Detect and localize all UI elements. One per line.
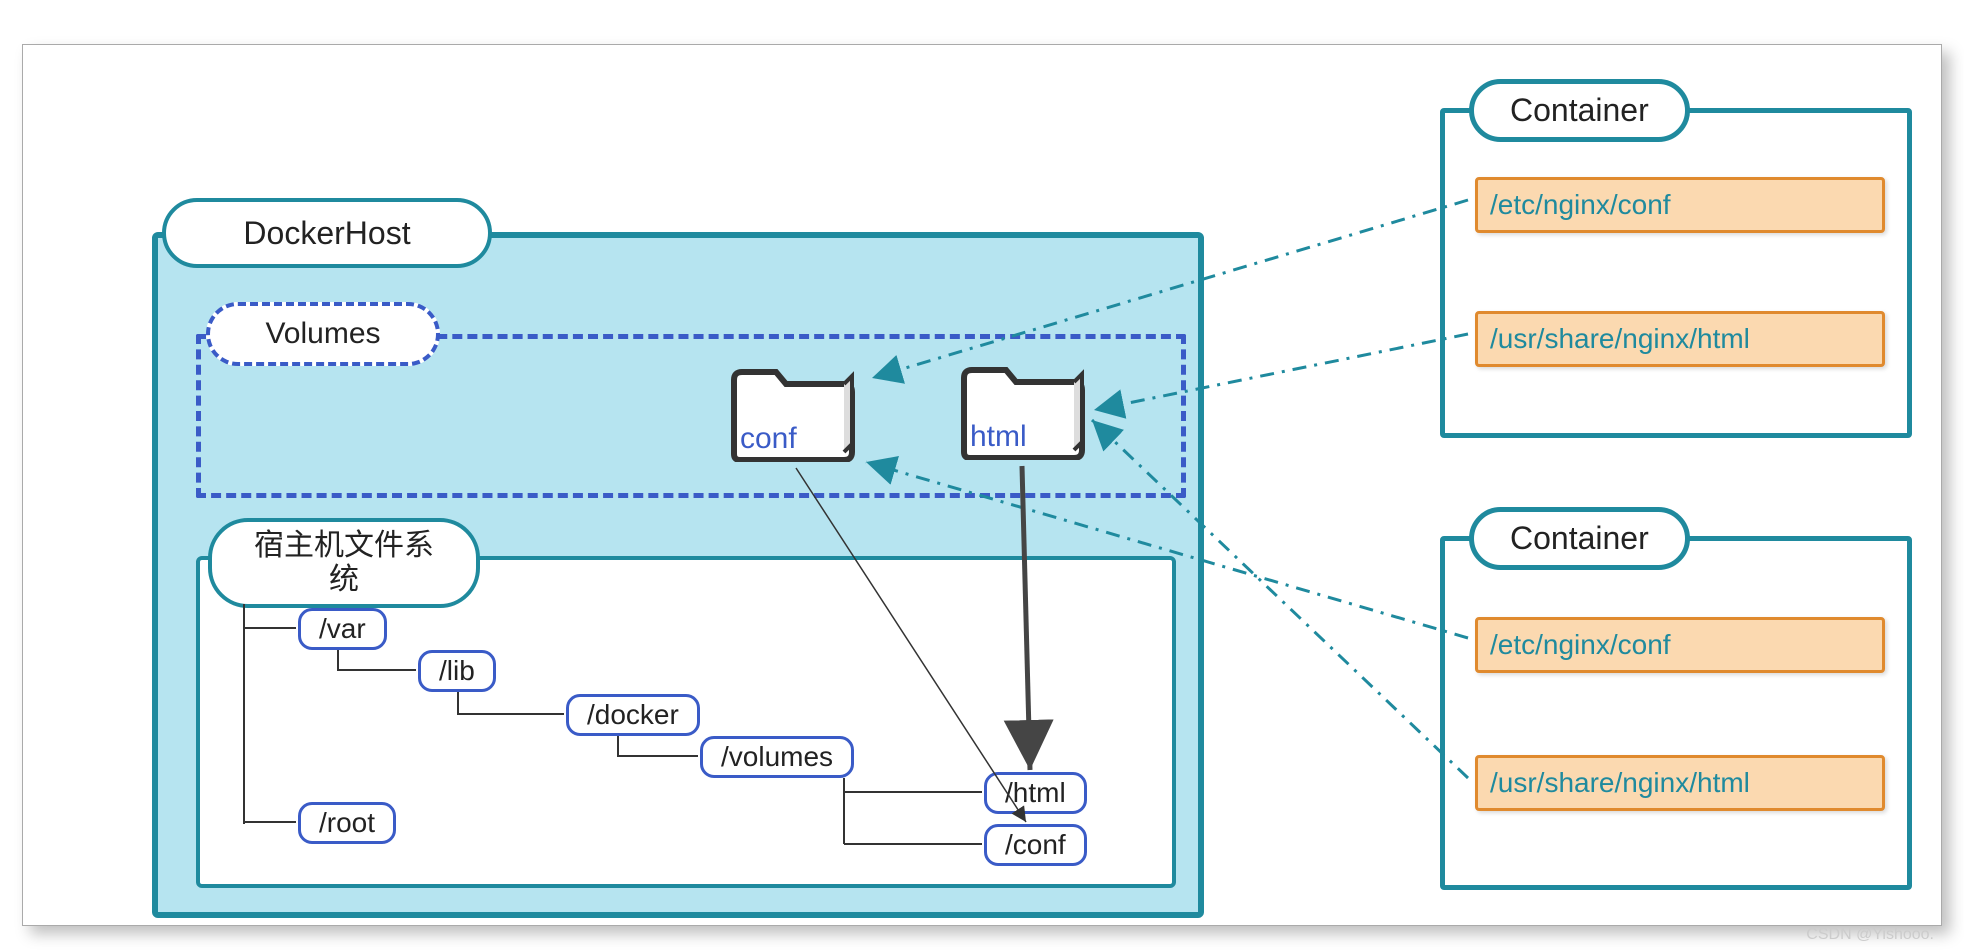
node-lib: /lib [418, 650, 496, 692]
folder-html: html [956, 360, 1086, 460]
container-2-path-2: /usr/share/nginx/html [1475, 755, 1885, 811]
node-volumes: /volumes [700, 736, 854, 778]
node-root: /root [298, 802, 396, 844]
node-docker: /docker [566, 694, 700, 736]
volumes-title: Volumes [206, 302, 440, 366]
container-2-title: Container [1469, 507, 1690, 570]
folder-conf-label: conf [740, 422, 797, 456]
container-1-path-1: /etc/nginx/conf [1475, 177, 1885, 233]
diagram-canvas: DockerHost Volumes conf html 宿主机文件系统 /va… [0, 0, 1964, 952]
container-1-path-2: /usr/share/nginx/html [1475, 311, 1885, 367]
folder-conf: conf [726, 362, 856, 462]
node-html: /html [984, 772, 1087, 814]
folder-html-label: html [970, 420, 1027, 454]
watermark: CSDN @Yishooo. [1806, 926, 1934, 944]
container-2-path-1: /etc/nginx/conf [1475, 617, 1885, 673]
container-2: Container /etc/nginx/conf /usr/share/ngi… [1440, 536, 1912, 890]
dockerhost-title: DockerHost [162, 198, 492, 268]
hostfs-title: 宿主机文件系统 [208, 518, 480, 608]
node-var: /var [298, 608, 387, 650]
container-1-title: Container [1469, 79, 1690, 142]
node-conf: /conf [984, 824, 1087, 866]
container-1: Container /etc/nginx/conf /usr/share/ngi… [1440, 108, 1912, 438]
